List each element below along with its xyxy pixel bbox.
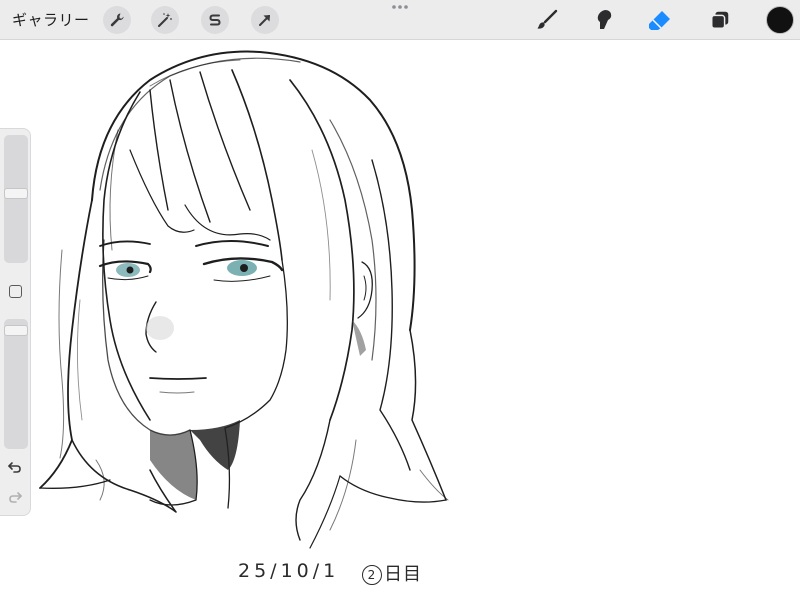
handwritten-date: 25/10/1 (238, 560, 340, 582)
magic-wand-icon (158, 13, 172, 27)
transform-button[interactable] (251, 6, 279, 34)
eraser-icon (649, 11, 670, 30)
brush-size-slider-thumb[interactable] (4, 187, 28, 199)
layers-button[interactable] (706, 6, 734, 34)
selection-button[interactable] (201, 6, 229, 34)
gallery-button[interactable]: ギャラリー (12, 8, 90, 32)
top-toolbar: ギャラリー (0, 0, 800, 40)
eraser-tool-button[interactable] (646, 6, 674, 34)
opacity-slider[interactable] (4, 319, 28, 449)
brush-tool-button[interactable] (533, 6, 561, 34)
undo-icon[interactable] (7, 459, 23, 475)
sketch-artwork (39, 50, 449, 549)
drawing-canvas[interactable]: 25/10/1 2 日目 (0, 40, 800, 600)
brush-size-slider[interactable] (4, 135, 28, 263)
smudge-icon (597, 10, 612, 29)
brush-icon (537, 9, 558, 29)
day-number: 2 (362, 565, 382, 585)
procreate-app: ギャラリー 25/10/1 2 日目 (0, 0, 800, 600)
wrench-icon (110, 13, 124, 27)
layers-icon (711, 11, 729, 29)
arrow-cursor-icon (259, 15, 270, 26)
more-options-icon[interactable] (390, 3, 410, 11)
modify-button[interactable] (9, 285, 22, 298)
opacity-slider-thumb[interactable] (4, 324, 28, 336)
selection-s-icon (209, 14, 221, 26)
left-sidebar (0, 128, 31, 516)
adjustments-button[interactable] (151, 6, 179, 34)
smudge-tool-button[interactable] (590, 6, 618, 34)
actions-button[interactable] (103, 6, 131, 34)
day-count-label: 2 日目 (362, 560, 422, 586)
redo-icon[interactable] (7, 489, 23, 505)
day-suffix: 日目 (384, 564, 422, 585)
color-picker-button[interactable] (766, 6, 794, 34)
